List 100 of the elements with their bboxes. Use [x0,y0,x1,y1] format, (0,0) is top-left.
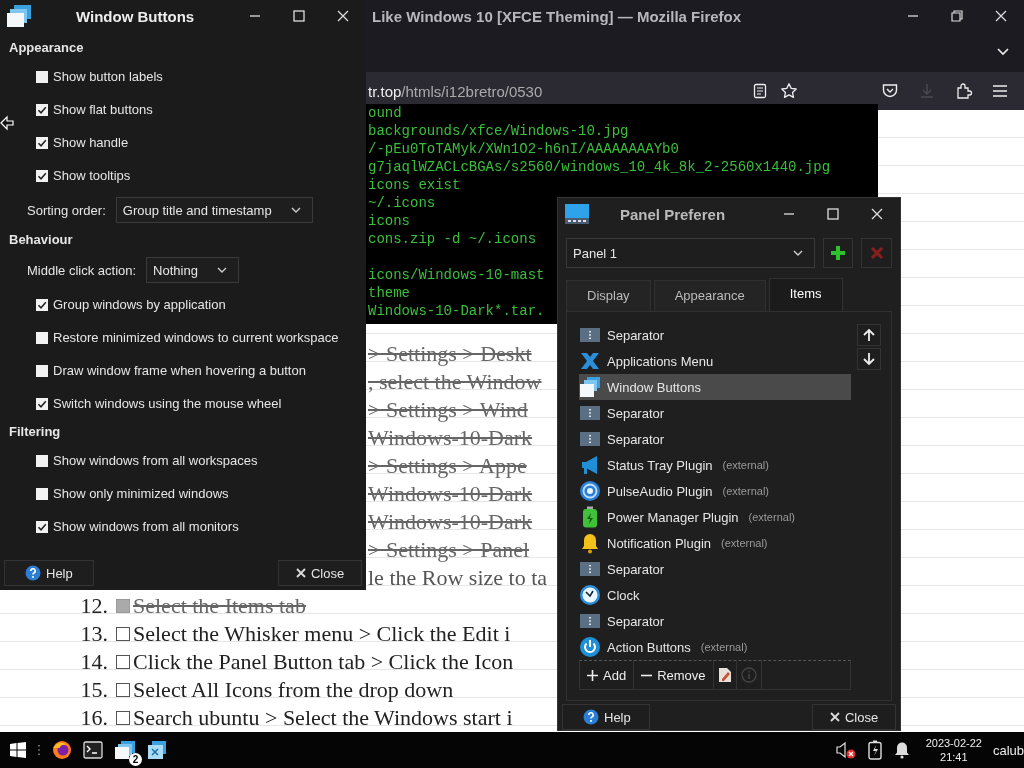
bell-icon[interactable] [892,741,911,759]
step-number: 16. [79,705,108,731]
step-checkbox[interactable] [116,599,130,613]
checkbox[interactable] [36,298,48,311]
user-name[interactable]: calub [992,742,1024,758]
list-item[interactable]: Action Buttons (external) [579,634,851,660]
speaker-icon [579,480,601,502]
list-item[interactable]: Window Buttons [579,374,851,400]
restore-icon[interactable] [950,9,964,23]
start-icon[interactable] [10,742,26,758]
close-icon [829,712,840,722]
chevron-down-icon [289,206,302,214]
field-label: Sorting order: [27,202,106,218]
step-text: Windows-10-Dark [368,425,533,451]
list-item[interactable]: Separator [579,556,851,582]
volume-muted-icon[interactable] [834,741,857,759]
close-icon[interactable] [870,207,884,221]
step-number: 12. [79,593,108,619]
dropdown[interactable]: Group title and timestamp [115,197,313,223]
checkbox-label: Restore minimized windows to current workspace [53,330,339,345]
panel-dropdown[interactable]: Panel 1 [566,238,815,268]
panel-icon [564,203,590,225]
handle-icon [37,743,41,757]
close-icon[interactable] [336,9,350,23]
step-checkbox[interactable] [116,711,130,725]
terminal-line: Windows-10-Dark*.tar. [368,302,545,320]
help-icon [25,565,41,581]
checkbox-label: Show only minimized windows [53,486,229,501]
checkbox-label: Group windows by application [53,297,226,312]
checkbox[interactable] [36,520,48,533]
move-up-button[interactable] [857,324,881,346]
list-item[interactable]: PulseAudio Plugin (external) [579,478,851,504]
battery-icon[interactable] [867,740,882,760]
bell-icon [579,532,601,554]
info-icon [740,667,757,683]
terminal-icon[interactable] [83,741,103,759]
checkbox[interactable] [36,103,48,116]
tab[interactable]: Items [768,278,843,311]
section-heading: Behaviour [8,231,74,249]
close-icon[interactable] [994,9,1008,23]
checkbox-label: Show button labels [53,69,163,84]
checkbox-label: Show handle [53,135,129,150]
clock[interactable]: 2023-02-22 21:41 [925,736,982,764]
step-text: > Settings > Appe [368,453,527,479]
step-text: Select the Whisker menu > Click the Edit i [133,621,511,647]
list-item[interactable]: Status Tray Plugin (external) [579,452,851,478]
close-button[interactable]: Close [812,704,896,730]
help-button[interactable]: Help [4,560,94,586]
list-item[interactable]: Notification Plugin (external) [579,530,851,556]
step-checkbox[interactable] [116,655,130,669]
step-text: Click the Panel Button tab > Click the Icon [133,649,514,675]
step-checkbox[interactable] [116,683,130,697]
checkbox[interactable] [36,169,48,182]
list-item[interactable]: Applications Menu [579,348,851,374]
dropdown[interactable]: Nothing [146,257,239,283]
checkbox[interactable] [36,70,48,83]
terminal-line: icons/Windows-10-mast [368,266,545,284]
terminal-line: backgrounds/xfce/Windows-10.jpg [368,122,629,140]
list-item[interactable]: Separator [579,426,851,452]
close-icon [295,568,306,578]
help-button[interactable]: Help [562,704,650,730]
checkbox[interactable] [36,397,48,410]
settings-app-icon[interactable] [147,740,167,760]
maximize-icon[interactable] [292,9,306,23]
chevron-down-icon[interactable] [996,47,1010,57]
step-text: Select the Items tab [133,593,306,619]
extensions-icon[interactable] [955,82,973,100]
menu-icon[interactable] [992,84,1008,98]
step-text: , select the Window [368,369,542,395]
step-text: Select All Icons from the drop down [133,677,454,703]
checkbox[interactable] [36,364,48,377]
tab[interactable]: Display [566,280,651,311]
checkbox-label: Switch windows using the mouse wheel [53,396,282,411]
list-item[interactable]: Power Manager Plugin (external) [579,504,851,530]
checkbox[interactable] [36,454,48,467]
reader-view-icon[interactable] [752,83,768,99]
checkbox-label: Show flat buttons [53,102,153,117]
list-item[interactable]: Separator [579,322,851,348]
help-icon [583,709,599,725]
terminal-line: icons [368,212,410,230]
maximize-icon[interactable] [826,207,840,221]
window-title: Panel Preferen [619,205,727,223]
list-item[interactable]: Clock [579,582,851,608]
checkbox[interactable] [36,136,48,149]
list-item[interactable]: Separator [579,608,851,634]
close-button[interactable]: Close [278,560,362,586]
move-down-button[interactable] [857,348,881,370]
x-icon [869,246,884,260]
add-panel-button[interactable] [823,238,854,268]
chevron-down-icon [792,249,804,257]
star-icon[interactable] [780,82,798,100]
step-checkbox[interactable] [116,627,130,641]
checkbox[interactable] [36,331,48,344]
firefox-icon[interactable] [52,740,72,760]
pocket-icon[interactable] [881,82,899,100]
checkbox[interactable] [36,487,48,500]
tab[interactable]: Appearance [653,280,766,311]
edit-icon [717,667,732,683]
list-item[interactable]: Separator [579,400,851,426]
plus-icon [587,669,598,681]
